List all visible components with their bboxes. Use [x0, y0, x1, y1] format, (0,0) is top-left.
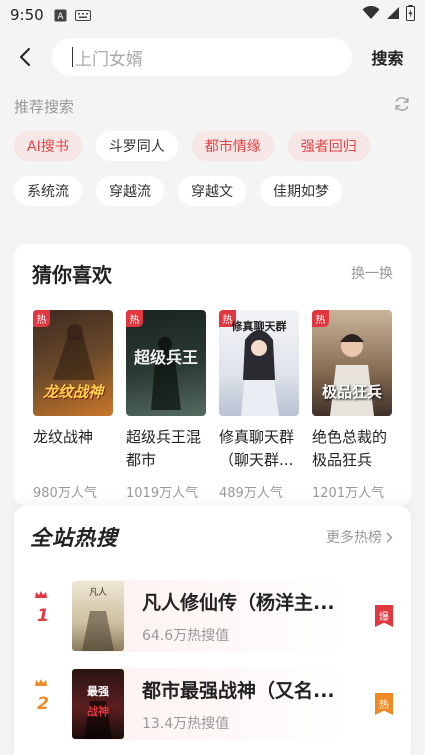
- rank-heat-value: 64.6万热搜值: [142, 627, 230, 644]
- book-popularity: 489万人气: [219, 486, 283, 501]
- crown-icon: [35, 679, 47, 686]
- rank-book-cover: 凡人: [72, 581, 124, 651]
- book-cover: 热 超级兵王: [126, 310, 206, 416]
- book-title: 龙纹战神: [33, 428, 94, 446]
- shuffle-button[interactable]: 换一换: [351, 263, 393, 283]
- rank-heat-value: 13.4万热搜值: [142, 715, 230, 732]
- cover-title-art: 极品狂兵: [321, 383, 382, 401]
- book-item[interactable]: 热 龙纹战神 龙纹战神 980万人气: [33, 310, 113, 501]
- search-input[interactable]: 上门女婿: [52, 38, 352, 76]
- book-popularity: 1019万人气: [126, 486, 199, 501]
- svg-text:凡人: 凡人: [89, 587, 107, 598]
- hot-search-card: 全站热搜 更多热榜 1 凡人 凡人修仙传（杨洋主... 64.6万热搜值 爆 2…: [14, 506, 411, 755]
- chevron-right-icon: [386, 532, 393, 542]
- tag-jiaqi-rumeng[interactable]: 佳期如梦: [260, 176, 342, 206]
- book-item[interactable]: 热 超级兵王 超级兵王混都市 1019万人气: [126, 310, 206, 501]
- book-cover: 热 极品狂兵: [312, 310, 392, 416]
- search-placeholder: 上门女婿: [75, 49, 143, 70]
- cover-title-art: 龙纹战神: [42, 383, 103, 401]
- guess-you-like-card: 猜你喜欢 换一换 热 龙纹战神 龙纹战神 980万人气 热 超级兵王 超级兵王混…: [14, 244, 411, 506]
- hot-rank-item[interactable]: 1 凡人 凡人修仙传（杨洋主... 64.6万热搜值 爆: [30, 580, 397, 652]
- tag-time-travel-novel[interactable]: 穿越文: [178, 176, 246, 206]
- tag-urban-romance[interactable]: 都市情缘: [191, 131, 274, 161]
- keyboard-icon: [74, 9, 91, 21]
- recommended-tags-row-1: AI搜书 斗罗同人 都市情缘 强者回归: [14, 131, 370, 161]
- signal-icon: [386, 6, 400, 24]
- back-arrow-icon: [20, 48, 30, 66]
- wifi-icon: [362, 5, 380, 24]
- rank-number: 2: [30, 679, 56, 714]
- svg-text:战神: 战神: [87, 704, 109, 718]
- more-rankings-label: 更多热榜: [326, 530, 382, 546]
- rank-book-cover: 最强 战神: [72, 669, 124, 739]
- font-a-icon: A: [54, 9, 67, 22]
- battery-icon: [406, 5, 415, 25]
- book-title: 修真聊天群（聊天群...: [219, 428, 295, 469]
- book-cover: 热 龙纹战神: [33, 310, 113, 416]
- svg-text:最强: 最强: [87, 685, 109, 698]
- recommended-title: 推荐搜索: [14, 97, 75, 116]
- book-cover: 热 修真聊天群: [219, 310, 299, 416]
- book-popularity: 980万人气: [33, 486, 97, 501]
- tag-ai-search[interactable]: AI搜书: [14, 131, 82, 161]
- tag-system[interactable]: 系统流: [14, 176, 82, 206]
- recommended-header: 推荐搜索: [14, 94, 411, 118]
- back-button[interactable]: [0, 36, 50, 78]
- search-button[interactable]: 搜索: [365, 36, 410, 78]
- search-bar: 上门女婿 搜索: [0, 36, 425, 78]
- cover-title-art: 超级兵王: [133, 348, 198, 367]
- book-popularity: 1201万人气: [312, 486, 385, 501]
- rank-book-title: 凡人修仙传（杨洋主...: [142, 591, 335, 614]
- recommended-tags-row-2: 系统流 穿越流 穿越文 佳期如梦: [14, 176, 342, 206]
- status-bar: 9:50 A: [0, 0, 425, 30]
- book-item[interactable]: 热 修真聊天群 修真聊天群（聊天群... 489万人气: [219, 310, 299, 501]
- hot-search-title: 全站热搜: [30, 526, 118, 550]
- rank-number: 1: [30, 591, 56, 626]
- cover-title-art: 修真聊天群: [231, 320, 287, 333]
- text-cursor: [72, 47, 73, 67]
- crown-icon: [35, 591, 47, 598]
- tag-douluo[interactable]: 斗罗同人: [95, 131, 178, 161]
- guess-title: 猜你喜欢: [32, 262, 112, 287]
- hot-rank-item[interactable]: 2 最强 战神 都市最强战神（又名... 13.4万热搜值 热: [30, 668, 397, 740]
- book-item[interactable]: 热 极品狂兵 绝色总裁的极品狂兵 1201万人气: [312, 310, 392, 501]
- cover-figure-icon: 凡人: [82, 587, 114, 651]
- status-time: 9:50: [10, 6, 44, 24]
- book-title: 绝色总裁的极品狂兵: [312, 428, 388, 469]
- tag-time-travel[interactable]: 穿越流: [96, 176, 164, 206]
- svg-text:A: A: [57, 12, 64, 22]
- more-rankings-link[interactable]: 更多热榜: [326, 527, 393, 547]
- tag-strong-return[interactable]: 强者回归: [287, 131, 370, 161]
- rank-book-title: 都市最强战神（又名...: [142, 679, 335, 702]
- cover-figure-icon: 最强战神: [84, 685, 112, 739]
- book-title: 超级兵王混都市: [126, 428, 202, 469]
- refresh-icon[interactable]: [393, 95, 411, 117]
